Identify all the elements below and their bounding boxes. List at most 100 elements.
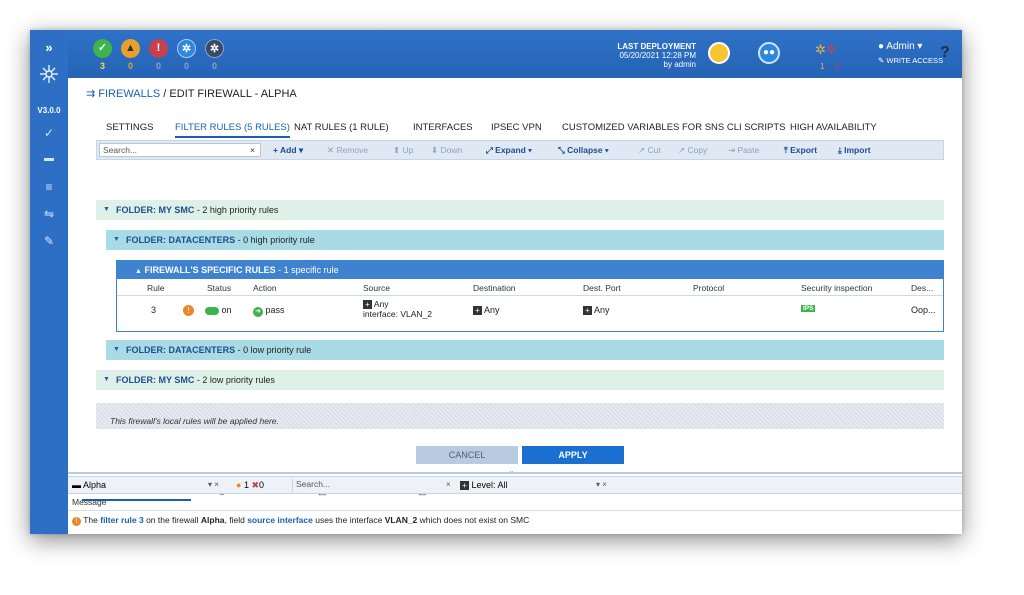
level-value: Level: All (471, 480, 508, 490)
tab-high-availability[interactable]: HIGH AVAILABILITY (790, 122, 877, 133)
deploy-icon[interactable] (708, 42, 730, 64)
write-access: ✎ WRITE ACCESS (878, 56, 943, 65)
message-search-input[interactable]: Search... (292, 479, 458, 492)
cut-label: Cut (647, 145, 661, 155)
warning-icon: ! (183, 305, 194, 316)
status-count-ok: 3 (99, 61, 105, 71)
expand-button[interactable]: ⤢ Expand ▾ (486, 145, 532, 156)
breadcrumb-firewalls-link[interactable]: FIREWALLS (98, 88, 160, 100)
sidebar: » V3.0.0 ✓ ▬ ≡ ⇋ ✎ (30, 30, 68, 534)
dest-port-value: Any (594, 305, 610, 315)
collapse-button[interactable]: ⤡ Collapse ▾ (558, 145, 609, 156)
paste-button[interactable]: ⇥ Paste (728, 145, 759, 156)
alert-gear-icon[interactable]: ✲✲ (815, 42, 837, 58)
tab-settings[interactable]: SETTINGS (106, 122, 154, 133)
folder-smc-high[interactable]: ▼ FOLDER: MY SMC - 2 high priority rules (96, 200, 944, 220)
folder-name: FIREWALL'S SPECIFIC RULES (144, 265, 276, 275)
col-action[interactable]: Action (253, 283, 277, 293)
col-description[interactable]: Des... (911, 283, 933, 293)
consistency-message[interactable]: ! The filter rule 3 on the firewall Alph… (72, 515, 529, 526)
expand-sidebar-icon[interactable]: » (30, 40, 68, 55)
cancel-button[interactable]: CANCEL (416, 446, 518, 464)
database-icon[interactable]: ≡ (30, 180, 68, 194)
dark-gear-icon[interactable]: ✲ (205, 39, 224, 58)
folder-name: FOLDER: DATACENTERS (126, 345, 236, 355)
folder-note: - 2 low priority rules (194, 375, 275, 385)
status-toggle[interactable]: on (205, 305, 232, 315)
paste-icon: ⇥ (728, 145, 736, 155)
error-icon: ✖ (251, 480, 260, 490)
header-divider (117, 295, 943, 296)
firewall-dropdown-icon[interactable]: ▾ × (208, 480, 219, 489)
col-dest-port[interactable]: Dest. Port (583, 283, 621, 293)
help-button[interactable]: ? (940, 44, 950, 62)
deployment-by: by admin (663, 60, 696, 69)
col-source[interactable]: Source (363, 283, 390, 293)
user-menu[interactable]: ● Admin ▾ (878, 41, 922, 52)
wrench-icon[interactable]: ✎ (30, 234, 68, 248)
caret-down-icon[interactable]: ▼ (113, 230, 120, 250)
level-dropdown-icon[interactable]: ▾ × (596, 480, 607, 489)
remove-button[interactable]: ✕ Remove (327, 145, 368, 156)
local-rules-area: This firewall's local rules will be appl… (96, 403, 944, 429)
apply-button[interactable]: APPLY (522, 446, 624, 464)
folder-note: - 1 specific rule (275, 265, 339, 275)
col-destination[interactable]: Destination (473, 283, 516, 293)
write-access-label: WRITE ACCESS (886, 56, 944, 65)
tab-filter-rules[interactable]: FILTER RULES (5 RULES) (175, 122, 290, 138)
warning-icon: ! (72, 517, 81, 526)
description-cell: Oop... (911, 305, 936, 315)
deploy-icon[interactable]: ⇋ (30, 207, 68, 221)
msg-rule-link[interactable]: filter rule 3 (100, 515, 143, 525)
check-circle-icon[interactable]: ✓ (30, 126, 68, 140)
users-icon[interactable]: ●● (758, 42, 780, 64)
specific-rules-header[interactable]: ▲ FIREWALL'S SPECIFIC RULES - 1 specific… (117, 261, 943, 279)
warning-icon[interactable]: ▲ (121, 39, 140, 58)
col-security-inspection[interactable]: Security inspection (801, 283, 872, 293)
folder-smc-low[interactable]: ▼ FOLDER: MY SMC - 2 low priority rules (96, 370, 944, 390)
msg-interface: VLAN_2 (384, 515, 418, 525)
tab-ipsec-vpn[interactable]: IPSEC VPN (491, 122, 542, 133)
folder-datacenters-low[interactable]: ▼ FOLDER: DATACENTERS - 0 low priority r… (106, 340, 944, 360)
check-icon[interactable]: ✓ (93, 39, 112, 58)
network-logo-icon[interactable] (30, 64, 68, 87)
alert-count-left: 1 (820, 62, 825, 71)
firewall-icon[interactable]: ▬ (30, 153, 68, 164)
caret-down-icon[interactable]: ▼ (113, 340, 120, 360)
export-button[interactable]: ⤒ Export (784, 145, 817, 156)
col-protocol[interactable]: Protocol (693, 283, 724, 293)
folder-datacenters-high[interactable]: ▼ FOLDER: DATACENTERS - 0 high priority … (106, 230, 944, 250)
error-icon[interactable]: ! (149, 39, 168, 58)
filter-bar: ▬ Alpha ▾ × ● 1 ✖0 Search... × + Level: … (68, 476, 962, 494)
tab-nat-rules[interactable]: NAT RULES (1 RULE) (294, 122, 389, 133)
down-button[interactable]: ⬇ Down (431, 145, 462, 156)
col-rule[interactable]: Rule (147, 283, 164, 293)
import-button[interactable]: ⤓ Import (838, 145, 871, 156)
gear-icon[interactable]: ✲ (177, 39, 196, 58)
cut-button[interactable]: ↗ Cut (638, 145, 661, 156)
msg-text: uses the interface (312, 515, 385, 525)
col-status[interactable]: Status (207, 283, 231, 293)
any-object-icon: + (583, 306, 592, 315)
tab-interfaces[interactable]: INTERFACES (413, 122, 473, 133)
level-counts[interactable]: ● 1 ✖0 (236, 480, 264, 491)
clear-search-icon[interactable]: × (446, 480, 451, 489)
source-value: Any (373, 299, 389, 309)
clear-search-icon[interactable]: × (250, 145, 255, 155)
level-select[interactable]: + Level: All (460, 480, 508, 490)
toggle-on-icon[interactable] (205, 306, 219, 315)
add-button[interactable]: + Add ▾ (273, 145, 303, 156)
tab-customized-variables[interactable]: CUSTOMIZED VARIABLES FOR SNS CLI SCRIPTS (562, 122, 785, 133)
msg-field-link[interactable]: source interface (247, 515, 313, 525)
deployment-title: LAST DEPLOYMENT (617, 42, 696, 51)
up-button[interactable]: ⬆ Up (393, 145, 413, 156)
copy-button[interactable]: ↗ Copy (678, 145, 707, 156)
firewall-select[interactable]: ▬ Alpha (72, 480, 106, 490)
search-input[interactable]: Search... (99, 143, 261, 157)
folder-name: FOLDER: DATACENTERS (126, 235, 236, 245)
msg-text: which does not exist on SMC (417, 515, 530, 525)
folder-name: FOLDER: MY SMC (116, 205, 195, 215)
caret-up-icon[interactable]: ▲ (135, 268, 142, 275)
caret-down-icon[interactable]: ▼ (103, 370, 110, 390)
caret-down-icon[interactable]: ▼ (103, 200, 110, 220)
